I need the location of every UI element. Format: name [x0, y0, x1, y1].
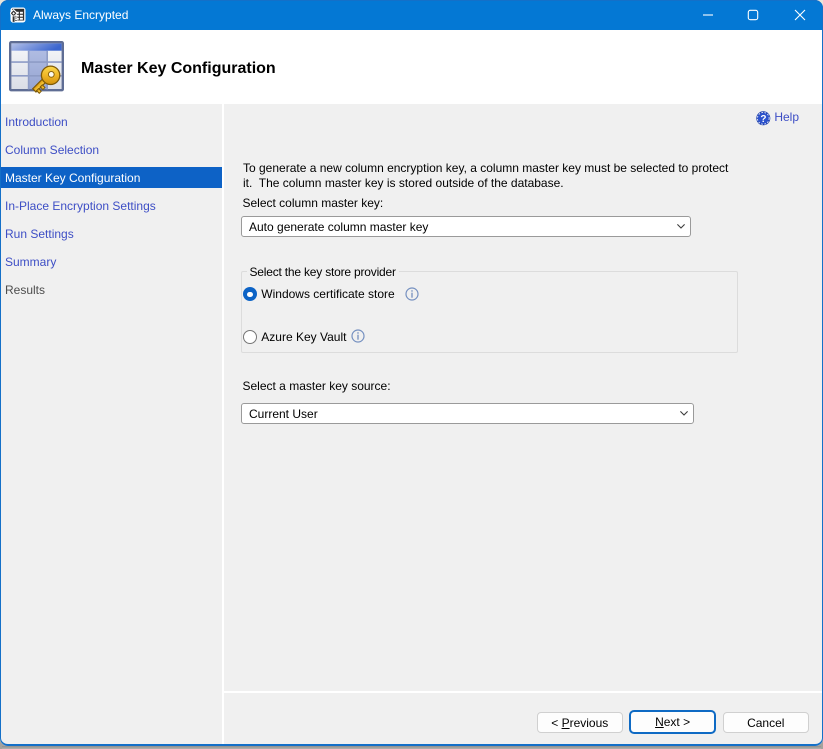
svg-text:?: ?	[760, 114, 766, 125]
